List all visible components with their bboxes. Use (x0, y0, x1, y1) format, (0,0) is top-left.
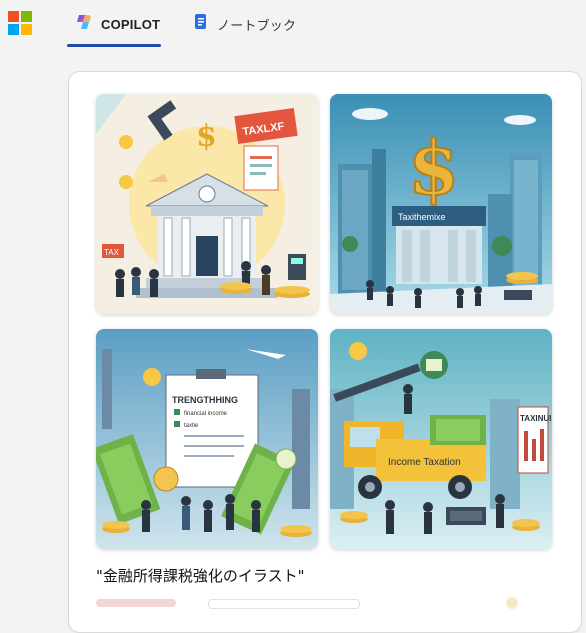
tab-copilot-label: COPILOT (101, 16, 161, 32)
building-sign-text: Taxithemixe (398, 212, 446, 222)
copilot-icon (75, 13, 93, 36)
image-caption: "金融所得課税強化のイラスト" (96, 567, 305, 585)
tab-notebook-label: ノートブック (217, 17, 297, 33)
active-tab-indicator (67, 44, 161, 47)
truck-text: Income Taxation (388, 457, 461, 468)
cut-off-action-row (96, 597, 566, 609)
faded-action-3 (506, 597, 518, 609)
faded-action-2 (208, 599, 360, 609)
tax-side-sign-text: TAX (104, 248, 120, 257)
tab-notebook[interactable]: ノートブック (193, 13, 296, 35)
checklist-title: TRENGTHHING (172, 395, 238, 405)
generated-image-4[interactable]: TAXINUI Income Taxation (330, 329, 552, 549)
side-document-title: TAXINUI (520, 414, 551, 423)
generated-image-3[interactable]: TRENGTHHING financial income taxtie (96, 329, 318, 549)
microsoft-logo-icon[interactable] (8, 11, 32, 35)
checklist-line-2: taxtie (184, 423, 199, 429)
generated-image-1[interactable]: TAXLXF $ TAX (96, 94, 318, 314)
svg-text:$: $ (196, 119, 217, 154)
faded-action-1 (96, 599, 176, 607)
svg-text:$: $ (408, 126, 460, 212)
tab-copilot[interactable]: COPILOT (75, 13, 160, 35)
generated-image-2[interactable]: $ Taxithemixe (330, 94, 552, 314)
notebook-icon (193, 13, 209, 36)
top-bar: COPILOT ノートブック (0, 0, 586, 48)
checklist-line-1: financial income (184, 411, 228, 417)
